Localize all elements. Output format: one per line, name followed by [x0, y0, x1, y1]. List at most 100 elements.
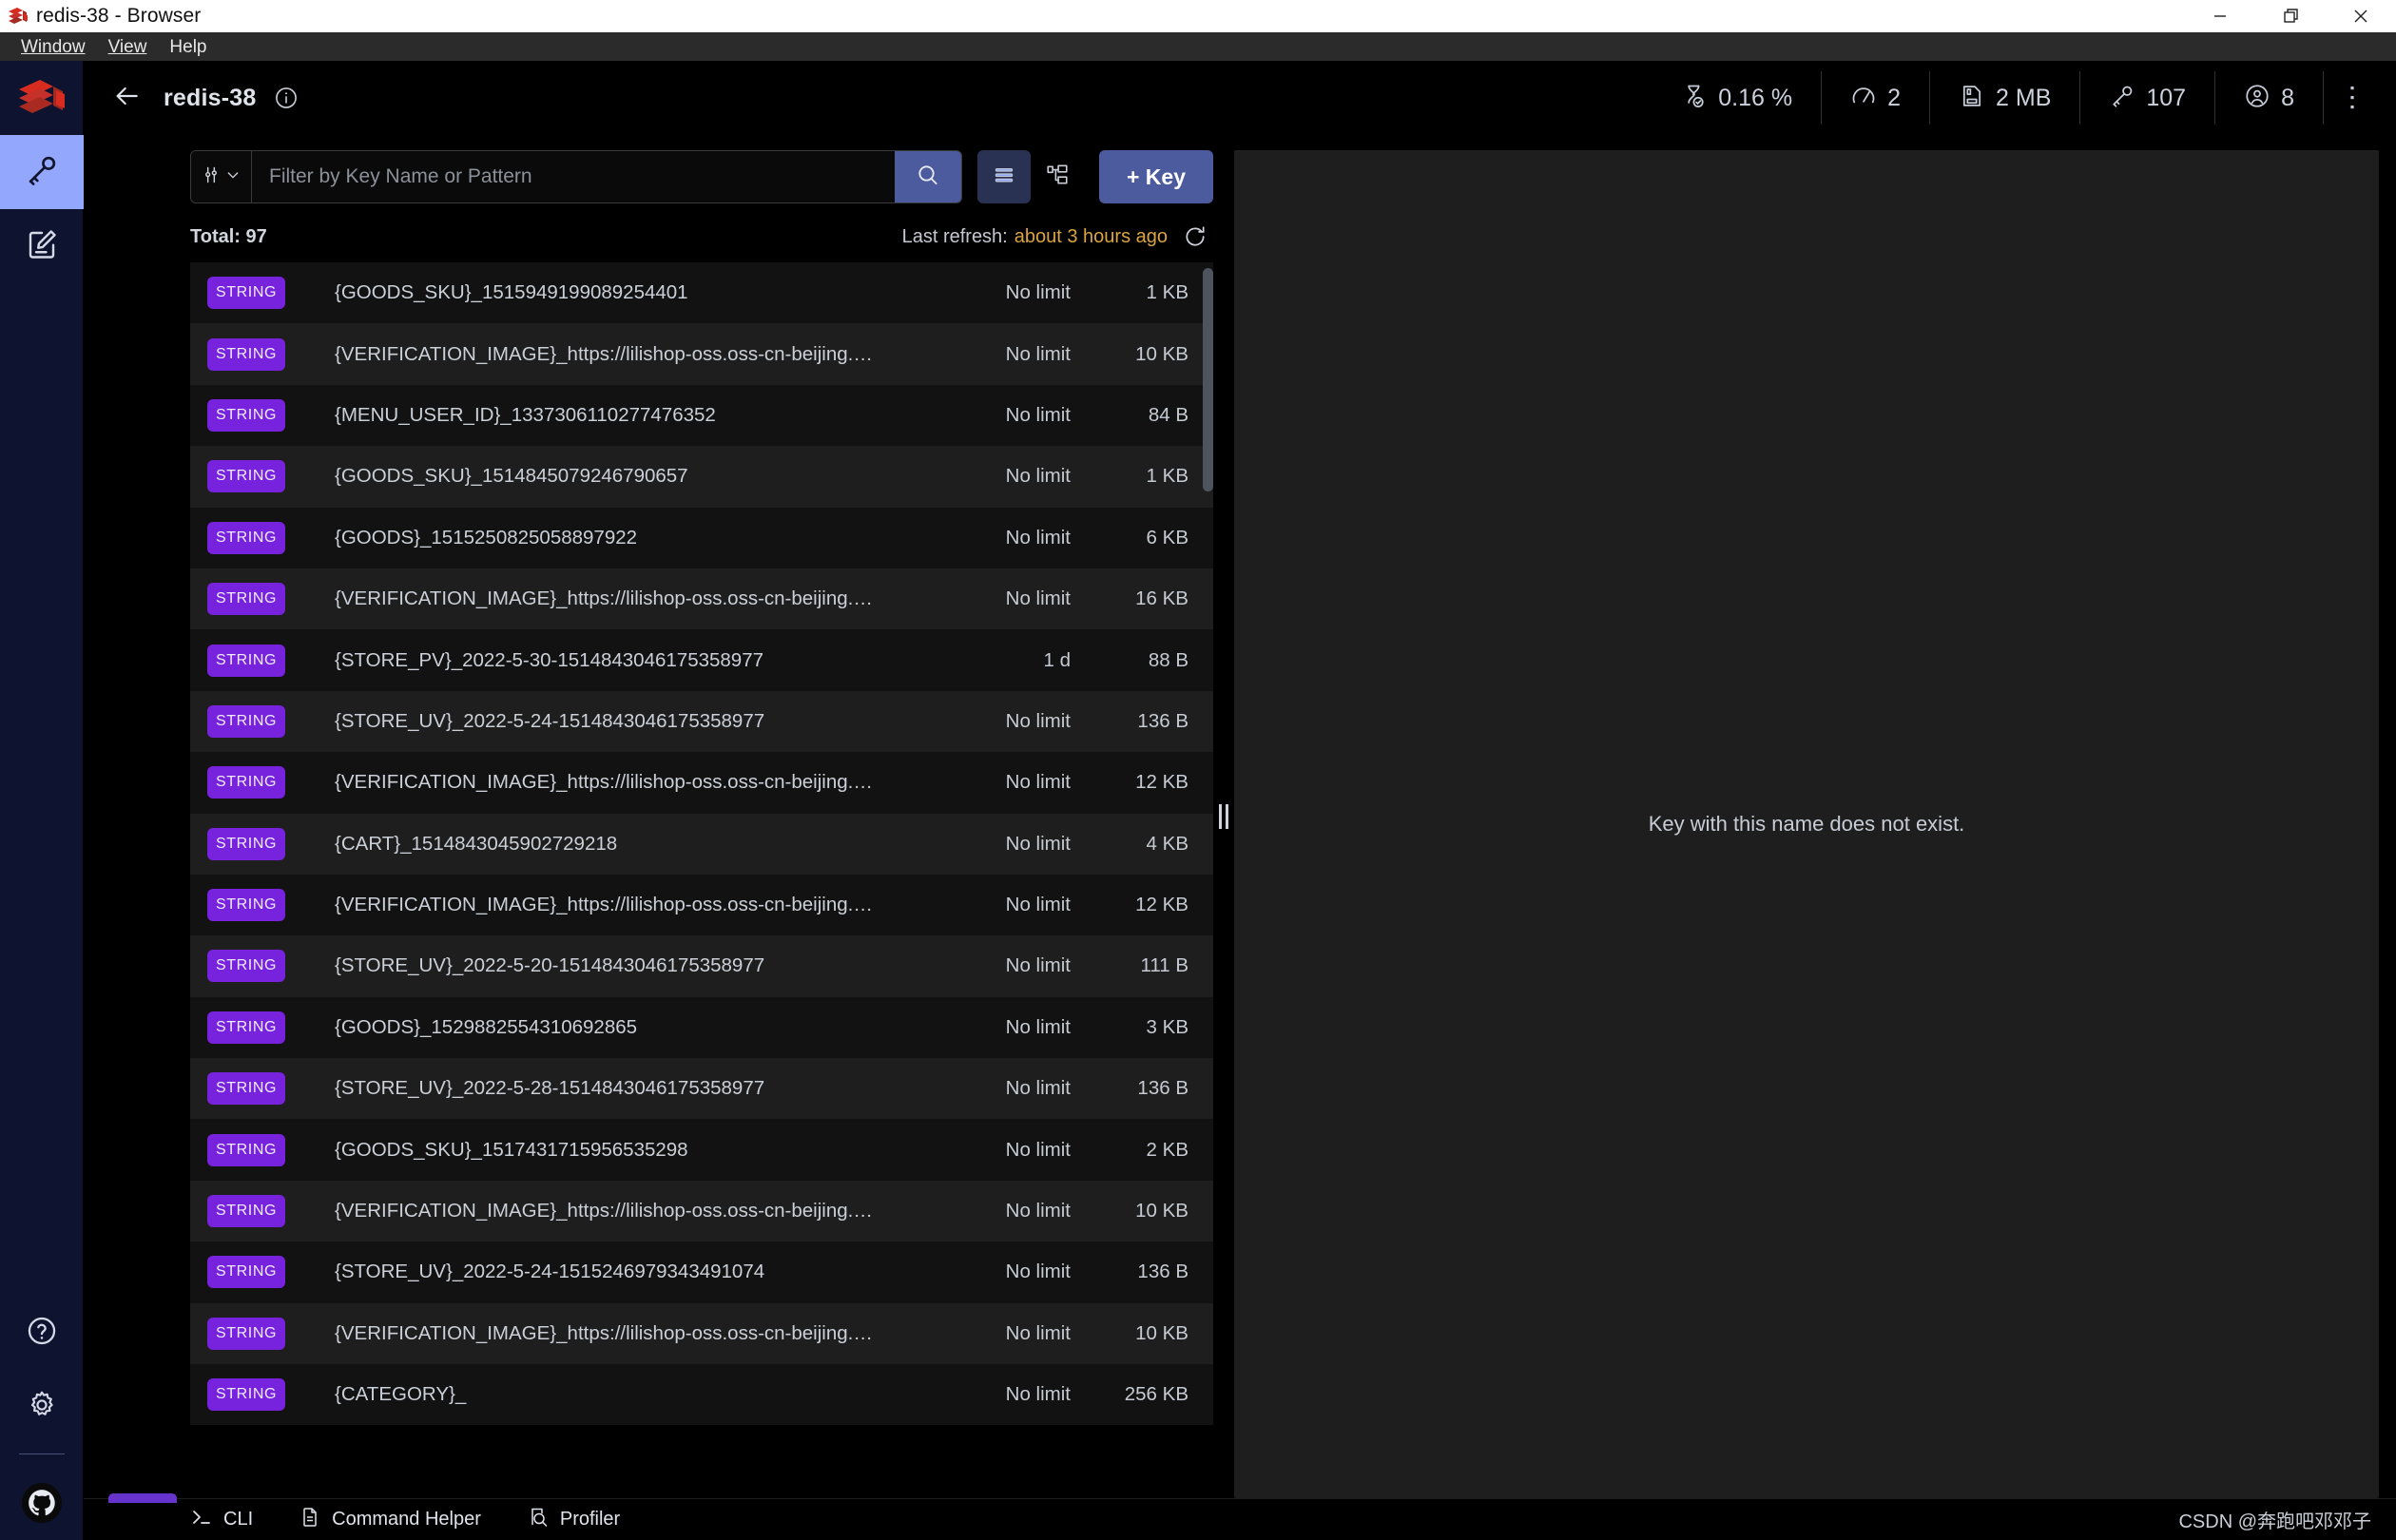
key-type-badge: STRING: [207, 1133, 285, 1166]
key-name[interactable]: {GOODS}_1515250825058897922: [335, 527, 901, 549]
key-list-row[interactable]: STRING {STORE_UV}_2022-5-28-1514843046175…: [190, 1058, 1213, 1120]
key-size: 111 B: [1140, 954, 1188, 977]
chevron-down-icon: [225, 167, 241, 187]
key-list-scrollbar[interactable]: [1203, 268, 1213, 491]
key-list-row[interactable]: STRING {GOODS}_1515250825058897922 No limi…: [190, 507, 1213, 568]
key-type-badge: STRING: [207, 398, 285, 432]
sidebar-item-browser[interactable]: [0, 135, 84, 209]
view-mode-toggle: [977, 150, 1084, 203]
user-circle-icon: [2244, 83, 2270, 114]
key-list-row[interactable]: STRING {VERIFICATION_IMAGE}_https://lilis…: [190, 323, 1213, 385]
bottom-item-command-helper[interactable]: Command Helper: [276, 1506, 504, 1533]
key-name[interactable]: {STORE_UV}_2022-5-24-1514843046175358977: [335, 710, 901, 733]
key-size: 256 KB: [1124, 1383, 1188, 1406]
key-list-row[interactable]: STRING {STORE_UV}_2022-5-24-1514843046175…: [190, 690, 1213, 753]
key-details-empty-message: Key with this name does not exist.: [1648, 812, 1965, 836]
terminal-prompt-icon: [190, 1506, 213, 1533]
stat-memory-value: 2 MB: [1996, 84, 2052, 111]
tree-view-button[interactable]: [1031, 150, 1084, 203]
add-key-button[interactable]: + Key: [1099, 150, 1213, 203]
close-button[interactable]: [2326, 0, 2396, 32]
key-list-row[interactable]: STRING {GOODS_SKU}_1517431715956535298 No …: [190, 1119, 1213, 1181]
key-type-filter-button[interactable]: [191, 151, 252, 202]
key-name[interactable]: {VERIFICATION_IMAGE}_https://lilishop-os…: [335, 587, 901, 610]
key-name[interactable]: {GOODS_SKU}_1517431715956535298: [335, 1139, 901, 1162]
stat-cpu[interactable]: 0.16 %: [1652, 71, 1823, 125]
key-list[interactable]: STRING {GOODS_SKU}_1515949199089254401 No …: [190, 262, 1213, 1498]
stat-memory[interactable]: 2 MB: [1930, 71, 2081, 125]
key-icon: [2109, 83, 2135, 114]
key-name[interactable]: {CART}_1514843045902729218: [335, 833, 901, 856]
key-list-row[interactable]: STRING {STORE_UV}_2022-5-20-1514843046175…: [190, 935, 1213, 997]
stat-clients[interactable]: 8: [2215, 71, 2324, 125]
key-ttl: No limit: [1005, 1383, 1071, 1406]
key-size: 16 KB: [1135, 587, 1188, 610]
key-list-row[interactable]: STRING {VERIFICATION_IMAGE}_https://lilis…: [190, 1180, 1213, 1242]
gear-icon: [26, 1389, 58, 1426]
sidebar-item-settings[interactable]: [0, 1370, 84, 1444]
search-input[interactable]: [252, 151, 895, 202]
key-list-row[interactable]: STRING {STORE_PV}_2022-5-30-1514843046175…: [190, 629, 1213, 691]
sidebar-item-github[interactable]: [0, 1470, 84, 1540]
stat-cpu-value: 0.16 %: [1718, 84, 1793, 111]
key-list-row[interactable]: STRING {STORE_UV}_2022-5-24-1515246979343…: [190, 1242, 1213, 1303]
key-name[interactable]: {GOODS_SKU}_1514845079246790657: [335, 465, 901, 488]
window-title: redis-38 - Browser: [36, 5, 202, 27]
key-list-row[interactable]: STRING {VERIFICATION_IMAGE}_https://lilis…: [190, 874, 1213, 936]
key-list-row[interactable]: STRING {GOODS_SKU}_1514845079246790657 No …: [190, 446, 1213, 508]
key-name[interactable]: {VERIFICATION_IMAGE}_https://lilishop-os…: [335, 343, 901, 366]
sidebar-item-workbench[interactable]: [0, 209, 84, 283]
key-list-row[interactable]: STRING {VERIFICATION_IMAGE}_https://lilis…: [190, 568, 1213, 630]
bottom-item-cli[interactable]: CLI: [167, 1506, 276, 1533]
key-name[interactable]: {STORE_PV}_2022-5-30-1514843046175358977: [335, 649, 901, 672]
key-list-row[interactable]: STRING {GOODS}_1529882554310692865 No limi…: [190, 996, 1213, 1059]
stat-keys[interactable]: 107: [2080, 71, 2216, 125]
bottom-item-cli-label: CLI: [223, 1509, 254, 1530]
minimize-button[interactable]: [2185, 0, 2255, 32]
key-name[interactable]: {VERIFICATION_IMAGE}_https://lilishop-os…: [335, 894, 901, 916]
key-name[interactable]: {GOODS_SKU}_1515949199089254401: [335, 281, 901, 304]
search-button[interactable]: [895, 151, 961, 202]
refresh-button[interactable]: [1183, 224, 1208, 249]
keys-panel-inner: + Key Total: 97 Last refresh: about 3 ho…: [190, 150, 1213, 1498]
key-name[interactable]: {VERIFICATION_IMAGE}_https://lilishop-os…: [335, 1200, 901, 1222]
info-circle-icon[interactable]: [274, 86, 299, 110]
key-name[interactable]: {STORE_UV}_2022-5-24-1515246979343491074: [335, 1261, 901, 1283]
tree-view-icon: [1045, 163, 1070, 192]
key-list-row[interactable]: STRING {VERIFICATION_IMAGE}_https://lilis…: [190, 1302, 1213, 1365]
back-button[interactable]: [106, 78, 146, 118]
instance-header: redis-38 0.16 % 2 2 MB 107 8: [84, 61, 2396, 135]
panel-splitter[interactable]: [1213, 135, 1234, 1498]
key-name[interactable]: {VERIFICATION_IMAGE}_https://lilishop-os…: [335, 771, 901, 794]
key-type-badge: STRING: [207, 337, 285, 371]
key-type-badge: STRING: [207, 1195, 285, 1228]
key-list-row[interactable]: STRING {MENU_USER_ID}_1337306110277476352…: [190, 384, 1213, 447]
list-view-button[interactable]: [977, 150, 1031, 203]
menu-item-view[interactable]: View: [97, 36, 159, 58]
restore-button[interactable]: [2255, 0, 2326, 32]
bottom-item-profiler[interactable]: Profiler: [504, 1506, 643, 1533]
content-split: + Key Total: 97 Last refresh: about 3 ho…: [84, 135, 2396, 1498]
menu-item-window[interactable]: Window: [10, 36, 97, 58]
key-list-row[interactable]: STRING {GOODS_SKU}_1515949199089254401 No …: [190, 262, 1213, 324]
key-name[interactable]: {CATEGORY}_: [335, 1383, 901, 1406]
key-ttl: No limit: [1005, 1077, 1071, 1100]
key-name[interactable]: {MENU_USER_ID}_1337306110277476352: [335, 404, 901, 427]
key-name[interactable]: {STORE_UV}_2022-5-20-1514843046175358977: [335, 954, 901, 977]
key-ttl: No limit: [1005, 771, 1071, 794]
key-list-row[interactable]: STRING {VERIFICATION_IMAGE}_https://lilis…: [190, 752, 1213, 814]
stat-commands-per-sec[interactable]: 2: [1822, 71, 1931, 125]
key-list-row[interactable]: STRING {CATEGORY}_ No limit 256 KB: [190, 1364, 1213, 1426]
menu-item-help[interactable]: Help: [158, 36, 218, 58]
key-type-badge: STRING: [207, 583, 285, 616]
sidebar-item-help[interactable]: [0, 1296, 84, 1370]
key-size: 12 KB: [1135, 771, 1188, 794]
key-name[interactable]: {VERIFICATION_IMAGE}_https://lilishop-os…: [335, 1322, 901, 1345]
key-name[interactable]: {GOODS}_1529882554310692865: [335, 1016, 901, 1039]
key-type-badge: STRING: [207, 766, 285, 799]
last-refresh-label: Last refresh:: [901, 225, 1008, 247]
search-icon: [916, 163, 940, 192]
key-list-row[interactable]: STRING {CART}_1514843045902729218 No limit…: [190, 813, 1213, 875]
kebab-menu-icon[interactable]: [2324, 84, 2375, 112]
key-name[interactable]: {STORE_UV}_2022-5-28-1514843046175358977: [335, 1077, 901, 1100]
